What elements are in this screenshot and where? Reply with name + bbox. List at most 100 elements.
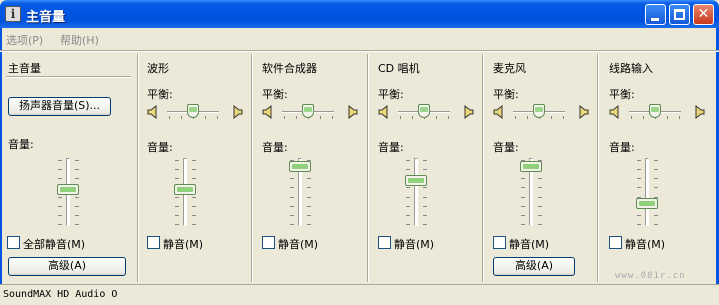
balance-label: 平衡:: [493, 88, 519, 101]
balance-slider[interactable]: [378, 102, 478, 122]
volume-tick: [75, 196, 79, 198]
balance-label: 平衡:: [378, 88, 404, 101]
volume-label: 音量:: [147, 141, 173, 154]
volume-tick: [637, 187, 641, 189]
volume-tick: [58, 160, 62, 161]
master-advanced-button[interactable]: 高级(A): [8, 257, 126, 276]
master-volume-slider[interactable]: [54, 158, 82, 226]
mute-checkbox[interactable]: [262, 236, 275, 249]
volume-tick: [175, 169, 179, 171]
balance-thumb[interactable]: [649, 104, 661, 118]
left-speaker-icon: [262, 104, 272, 120]
balance-slider[interactable]: [147, 102, 247, 122]
mute-label: 静音(M): [625, 238, 666, 251]
mute-checkbox[interactable]: [378, 236, 391, 249]
mute-all-label: 全部静音(M): [23, 238, 86, 251]
volume-thumb[interactable]: [174, 183, 196, 195]
window-border-left: [0, 28, 2, 305]
mute-checkbox[interactable]: [609, 236, 622, 249]
balance-label: 平衡:: [609, 88, 635, 101]
balance-thumb[interactable]: [533, 104, 545, 118]
volume-tick: [290, 214, 294, 216]
left-speaker-icon: [378, 104, 388, 120]
volume-tick: [538, 214, 542, 216]
volume-tick: [290, 187, 294, 189]
volume-tick: [290, 205, 294, 207]
volume-thumb[interactable]: [405, 175, 427, 187]
balance-thumb[interactable]: [187, 104, 199, 118]
volume-thumb[interactable]: [636, 197, 658, 209]
volume-tick: [175, 178, 179, 180]
menu-bar: 选项(P) 帮助(H): [0, 29, 719, 49]
volume-tick: [192, 196, 196, 198]
title-bar[interactable]: i 主音量 ✕: [0, 0, 719, 28]
left-speaker-icon: [493, 104, 503, 120]
volume-track: [414, 158, 418, 226]
volume-tick: [654, 214, 658, 216]
volume-label: 音量:: [262, 141, 288, 154]
mute-label: 静音(M): [509, 238, 550, 251]
channel-title: 波形: [147, 62, 169, 75]
volume-tick: [175, 196, 179, 198]
close-icon: ✕: [697, 6, 710, 22]
maximize-button[interactable]: [669, 4, 690, 25]
minimize-button[interactable]: [645, 4, 666, 25]
master-title: 主音量: [8, 62, 41, 75]
volume-tick: [637, 224, 641, 225]
volume-tick: [192, 205, 196, 207]
volume-thumb[interactable]: [520, 160, 542, 172]
balance-tick: [631, 116, 632, 119]
speaker-volume-button[interactable]: 扬声器音量(S)...: [8, 97, 111, 116]
volume-tick: [637, 178, 641, 180]
channel-title: CD 唱机: [378, 62, 420, 75]
volume-tick: [175, 160, 179, 161]
mute-checkbox[interactable]: [493, 236, 506, 249]
volume-tick: [290, 178, 294, 180]
volume-slider[interactable]: [633, 158, 661, 226]
volume-thumb[interactable]: [57, 183, 79, 195]
left-speaker-icon: [609, 104, 619, 120]
volume-tick: [75, 169, 79, 171]
balance-tick: [205, 116, 206, 119]
mute-checkbox[interactable]: [147, 236, 160, 249]
balance-tick: [332, 116, 333, 119]
volume-slider[interactable]: [286, 158, 314, 226]
balance-tick: [412, 116, 413, 119]
balance-tick: [527, 116, 528, 119]
channel-advanced-button[interactable]: 高级(A): [493, 257, 575, 276]
maximize-icon: [674, 9, 685, 20]
volume-tick: [521, 214, 525, 216]
volume-thumb[interactable]: [289, 160, 311, 172]
volume-slider[interactable]: [517, 158, 545, 226]
volume-tick: [406, 169, 410, 171]
volume-tick: [75, 160, 79, 161]
volume-tick: [175, 205, 179, 207]
volume-track: [645, 158, 649, 226]
menu-options[interactable]: 选项(P): [6, 32, 43, 48]
volume-tick: [538, 187, 542, 189]
volume-tick: [637, 169, 641, 171]
volume-slider[interactable]: [171, 158, 199, 226]
volume-tick: [192, 178, 196, 180]
balance-thumb[interactable]: [302, 104, 314, 118]
menu-help[interactable]: 帮助(H): [60, 32, 99, 48]
volume-tick: [423, 160, 427, 161]
balance-thumb[interactable]: [418, 104, 430, 118]
mute-all-checkbox[interactable]: [7, 236, 20, 249]
volume-tick: [406, 214, 410, 216]
close-button[interactable]: ✕: [693, 4, 714, 25]
volume-slider[interactable]: [402, 158, 430, 226]
balance-slider[interactable]: [262, 102, 362, 122]
volume-tick: [307, 214, 311, 216]
balance-tick: [679, 116, 680, 119]
menu-separator: [0, 50, 719, 52]
balance-label: 平衡:: [262, 88, 288, 101]
volume-tick: [521, 178, 525, 180]
volume-tick: [538, 178, 542, 180]
balance-slider[interactable]: [609, 102, 709, 122]
balance-tick: [448, 116, 449, 119]
volume-tick: [521, 224, 525, 225]
balance-slider[interactable]: [493, 102, 593, 122]
volume-tick: [192, 214, 196, 216]
channel-title: 线路输入: [609, 62, 653, 75]
